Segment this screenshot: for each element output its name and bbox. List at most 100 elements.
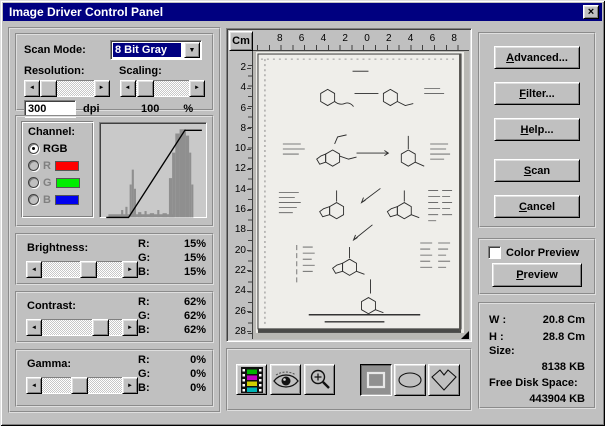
gamma-track[interactable] — [42, 377, 122, 394]
gamma-slider[interactable]: ◄ ► — [26, 377, 138, 394]
polygon-select-button[interactable] — [428, 364, 460, 396]
advanced-button[interactable]: Advanced... — [494, 46, 580, 69]
contrast-track[interactable] — [42, 319, 122, 336]
height-value: 28.8 Cm — [543, 331, 585, 343]
color-preview-label: Color Preview — [506, 247, 579, 259]
preview-eye-button[interactable] — [270, 364, 301, 395]
h-ruler-label: 2 — [342, 33, 348, 50]
preview-area: Cm 864202468 246810121416182022242628 — [226, 28, 472, 342]
filmstrip-icon — [241, 367, 263, 393]
brightness-thumb[interactable] — [80, 261, 97, 278]
brightness-left-arrow[interactable]: ◄ — [26, 261, 42, 278]
accel-letter: P — [516, 269, 523, 281]
ruler-unit-button[interactable]: Cm — [229, 31, 253, 51]
ellipse-selection-icon — [397, 369, 423, 391]
dropdown-arrow-icon[interactable]: ▼ — [184, 42, 200, 58]
value: 0% — [190, 368, 206, 382]
filter-button[interactable]: Filter... — [494, 82, 580, 105]
contrast-group: Contrast: ◄ ► R:62% G:62% B:62% — [15, 291, 214, 343]
toolbar — [226, 348, 472, 411]
brightness-slider[interactable]: ◄ ► — [26, 261, 138, 278]
accel-letter: C — [519, 201, 527, 213]
h-ruler-labels: 864202468 — [253, 31, 469, 51]
channel-option-b[interactable]: B — [28, 193, 88, 206]
h-ruler-label: 6 — [430, 33, 436, 50]
channel-option-label: G — [43, 177, 52, 189]
value: 0% — [190, 382, 206, 396]
value: 15% — [184, 238, 206, 252]
h-ruler-label: 4 — [408, 33, 414, 50]
close-button[interactable]: × — [583, 5, 599, 19]
cancel-button[interactable]: Cancel — [494, 195, 580, 218]
brightness-label: Brightness: — [27, 242, 88, 254]
width-value: 20.8 Cm — [543, 314, 585, 326]
v-ruler-label: 12 — [229, 164, 251, 174]
accel-letter: A — [506, 52, 514, 64]
button-label: ancel — [527, 201, 555, 213]
scan-mode-label: Scan Mode: — [24, 44, 110, 56]
v-ruler-label: 28 — [229, 327, 251, 337]
brightness-track[interactable] — [42, 261, 122, 278]
gamma-left-arrow[interactable]: ◄ — [26, 377, 42, 394]
contrast-slider[interactable]: ◄ ► — [26, 319, 138, 336]
v-ruler-label: 22 — [229, 266, 251, 276]
gamma-right-arrow[interactable]: ► — [122, 377, 138, 394]
button-label: elp... — [528, 124, 553, 136]
channel-option-g[interactable]: G — [28, 176, 88, 189]
rectangle-selection-icon — [364, 369, 388, 391]
brightness-right-arrow[interactable]: ► — [122, 261, 138, 278]
v-ruler-label: 20 — [229, 246, 251, 256]
rectangle-select-button[interactable] — [360, 364, 392, 396]
scaling-slider[interactable]: ◄ ► — [120, 80, 206, 97]
preview-canvas[interactable] — [253, 51, 469, 339]
scan-button[interactable]: Scan — [494, 159, 580, 182]
gamma-group: Gamma: ◄ ► R:0% G:0% B:0% — [15, 349, 214, 407]
ellipse-select-button[interactable] — [394, 364, 426, 396]
channel-box: Channel: RGB R G B — [22, 122, 94, 218]
scaling-track[interactable] — [136, 80, 190, 97]
color-preview-checkbox[interactable] — [488, 246, 501, 259]
button-label: dvanced... — [514, 52, 568, 64]
contrast-right-arrow[interactable]: ► — [122, 319, 138, 336]
channel-option-rgb[interactable]: RGB — [28, 142, 88, 155]
preview-controls-group: Color Preview Preview — [478, 238, 596, 295]
radio-disabled-icon — [28, 177, 39, 188]
value-key: B: — [138, 266, 150, 280]
resolution-track[interactable] — [40, 80, 94, 97]
accel-letter: F — [519, 88, 526, 100]
v-ruler-label: 16 — [229, 205, 251, 215]
resolution-right-arrow[interactable]: ► — [94, 80, 110, 97]
image-driver-control-panel-dialog: Image Driver Control Panel × Scan Mode: … — [0, 0, 605, 426]
red-swatch — [55, 161, 79, 171]
resize-grip[interactable] — [461, 331, 469, 339]
scan-info-group: W : 20.8 Cm H : 28.8 Cm Size: 8138 KB Fr… — [478, 302, 596, 409]
preview-button[interactable]: Preview — [492, 263, 582, 287]
resolution-thumb[interactable] — [40, 80, 57, 97]
gamma-thumb[interactable] — [71, 377, 88, 394]
width-label: W : — [489, 314, 506, 326]
scaling-right-arrow[interactable]: ► — [189, 80, 205, 97]
channel-option-r[interactable]: R — [28, 159, 88, 172]
help-button[interactable]: Help... — [494, 118, 580, 141]
scan-mode-dropdown[interactable]: 8 Bit Gray ▼ — [110, 40, 202, 60]
scaling-value: 100 — [141, 103, 159, 115]
value-key: R: — [138, 354, 150, 368]
color-preview-row[interactable]: Color Preview — [488, 246, 586, 259]
scaling-left-arrow[interactable]: ◄ — [120, 80, 136, 97]
resolution-slider[interactable]: ◄ ► — [24, 80, 110, 97]
contrast-thumb[interactable] — [92, 319, 109, 336]
brightness-group: Brightness: ◄ ► R:15% G:15% B:15% — [15, 233, 214, 285]
resolution-left-arrow[interactable]: ◄ — [24, 80, 40, 97]
zoom-in-button[interactable] — [304, 364, 335, 395]
h-ruler-label: 0 — [364, 33, 370, 50]
radio-selected-icon[interactable] — [28, 143, 39, 154]
value-key: G: — [138, 368, 150, 382]
radio-disabled-icon — [28, 194, 39, 205]
title-bar[interactable]: Image Driver Control Panel × — [3, 3, 602, 21]
value-key: G: — [138, 252, 150, 266]
film-scan-button[interactable] — [236, 364, 267, 395]
scaling-thumb[interactable] — [137, 80, 154, 97]
contrast-left-arrow[interactable]: ◄ — [26, 319, 42, 336]
channel-option-label: RGB — [43, 143, 67, 155]
v-ruler-labels: 246810121416182022242628 — [229, 51, 253, 339]
